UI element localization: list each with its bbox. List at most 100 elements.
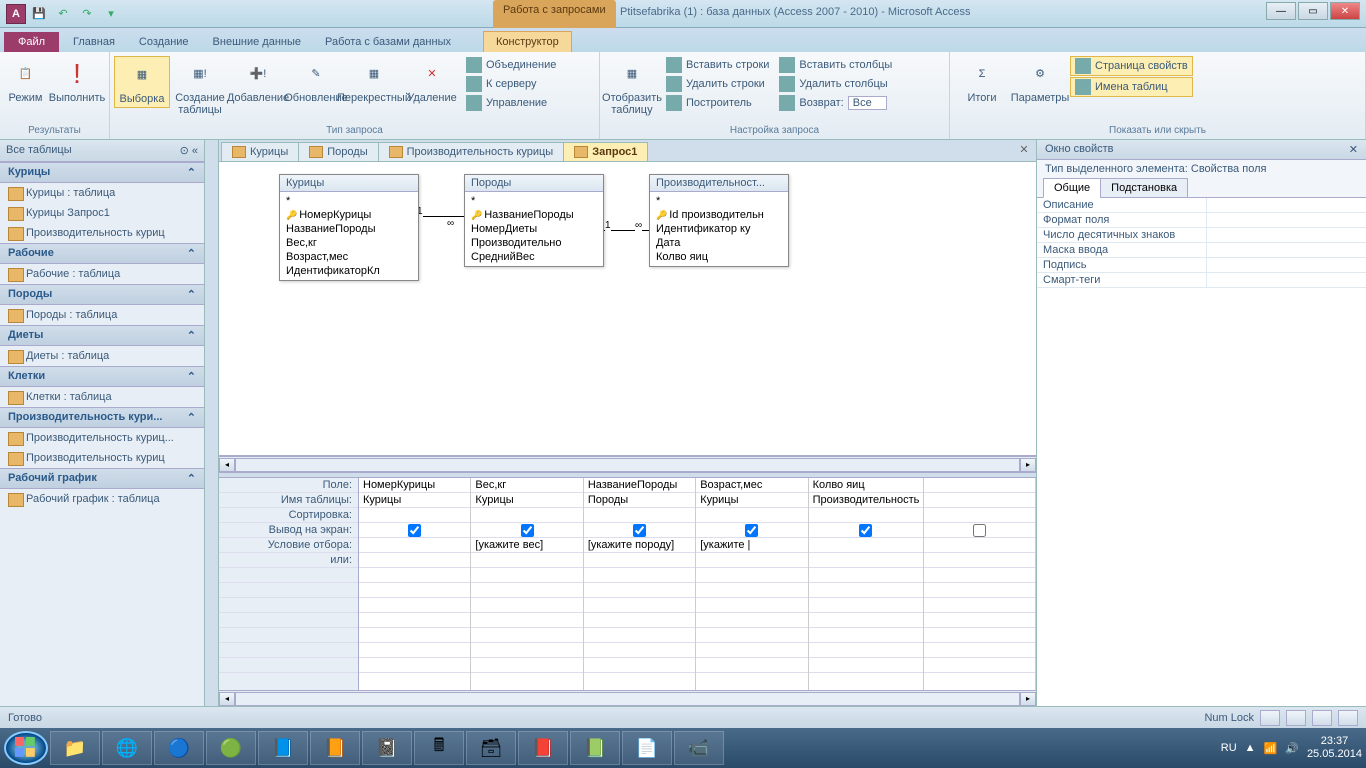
totals-button[interactable]: ΣИтоги: [954, 56, 1010, 106]
tab-external[interactable]: Внешние данные: [201, 32, 313, 52]
qgrid-criteria-cell[interactable]: [укажите породу]: [584, 538, 695, 553]
tab-close-icon[interactable]: ✕: [1016, 143, 1032, 159]
nav-group-header[interactable]: Курицы⌃: [0, 162, 204, 183]
table-field[interactable]: СреднийВес: [471, 250, 597, 264]
property-value[interactable]: [1207, 258, 1366, 272]
task-calc[interactable]: 🖩: [414, 731, 464, 765]
property-value[interactable]: [1207, 243, 1366, 257]
nav-item[interactable]: Породы : таблица: [0, 305, 204, 325]
select-query-button[interactable]: ▦Выборка: [114, 56, 170, 108]
task-app2[interactable]: 📹: [674, 731, 724, 765]
table-box[interactable]: Курицы*НомерКурицыНазваниеПородыВес,кгВо…: [279, 174, 419, 281]
qgrid-or-cell[interactable]: [696, 553, 807, 568]
show-checkbox[interactable]: [745, 524, 758, 537]
task-chrome[interactable]: 🌐: [102, 731, 152, 765]
nav-group-header[interactable]: Рабочий график⌃: [0, 468, 204, 489]
table-field[interactable]: НомерКурицы: [286, 208, 412, 222]
property-row[interactable]: Описание: [1037, 198, 1366, 213]
minimize-button[interactable]: —: [1266, 2, 1296, 20]
tab-home[interactable]: Главная: [61, 32, 127, 52]
qgrid-show-cell[interactable]: [359, 523, 470, 538]
app-icon[interactable]: A: [6, 4, 26, 24]
table-field[interactable]: Id производительн: [656, 208, 782, 222]
task-torrent[interactable]: 🟢: [206, 731, 256, 765]
qgrid-field-cell[interactable]: НомерКурицы: [359, 478, 470, 493]
tab-dbtools[interactable]: Работа с базами данных: [313, 32, 463, 52]
qgrid-table-cell[interactable]: Производительность: [809, 493, 923, 508]
qgrid-or-cell[interactable]: [359, 553, 470, 568]
view-sql-icon[interactable]: [1286, 710, 1306, 726]
append-button[interactable]: ➕!Добавление: [230, 56, 286, 106]
task-powerpoint[interactable]: 📙: [310, 731, 360, 765]
property-row[interactable]: Число десятичных знаков: [1037, 228, 1366, 243]
close-button[interactable]: ✕: [1330, 2, 1360, 20]
showtable-button[interactable]: ▦Отобразить таблицу: [604, 56, 660, 118]
qgrid-criteria-cell[interactable]: [укажите |: [696, 538, 807, 553]
view-button[interactable]: 📋Режим: [4, 56, 47, 106]
qgrid-field-cell[interactable]: НазваниеПороды: [584, 478, 695, 493]
nav-item[interactable]: Диеты : таблица: [0, 346, 204, 366]
tray-clock[interactable]: 23:37 25.05.2014: [1307, 735, 1362, 761]
qgrid-table-cell[interactable]: Курицы: [359, 493, 470, 508]
table-box[interactable]: Породы*НазваниеПородыНомерДиетыПроизводи…: [464, 174, 604, 267]
qgrid-column[interactable]: Вес,кгКурицы[укажите вес]: [471, 478, 583, 690]
qgrid-sort-cell[interactable]: [471, 508, 582, 523]
property-value[interactable]: [1207, 273, 1366, 287]
view-datasheet-icon[interactable]: [1260, 710, 1280, 726]
table-field[interactable]: Возраст,мес: [286, 250, 412, 264]
crosstab-button[interactable]: ▦Перекрестный: [346, 56, 402, 106]
save-icon[interactable]: 💾: [28, 3, 50, 25]
qgrid-criteria-cell[interactable]: [924, 538, 1035, 553]
qgrid-or-cell[interactable]: [471, 553, 582, 568]
deleterows-button[interactable]: Удалить строки: [662, 75, 773, 93]
nav-group-header[interactable]: Диеты⌃: [0, 325, 204, 346]
nav-group-header[interactable]: Рабочие⌃: [0, 243, 204, 264]
view-other-icon[interactable]: [1338, 710, 1358, 726]
table-field[interactable]: НомерДиеты: [471, 222, 597, 236]
qgrid-column[interactable]: Возраст,месКурицы [укажите |: [696, 478, 808, 690]
nav-group-header[interactable]: Клетки⌃: [0, 366, 204, 387]
qgrid-field-cell[interactable]: Колво яиц: [809, 478, 923, 493]
navpane-dropdown-icon[interactable]: ⊙ «: [180, 144, 198, 157]
qgrid-field-cell[interactable]: Возраст,мес: [696, 478, 807, 493]
qgrid-column[interactable]: Колво яицПроизводительность: [809, 478, 924, 690]
return-value[interactable]: Все: [848, 96, 887, 110]
table-field[interactable]: *: [286, 194, 412, 208]
qgrid-table-cell[interactable]: Курицы: [696, 493, 807, 508]
insertrows-button[interactable]: Вставить строки: [662, 56, 773, 74]
builder-button[interactable]: Построитель: [662, 94, 773, 112]
params-button[interactable]: ⚙Параметры: [1012, 56, 1068, 106]
run-button[interactable]: !Выполнить: [49, 56, 105, 106]
return-button[interactable]: Возврат: Все: [775, 94, 896, 112]
scroll-track[interactable]: [235, 692, 1020, 706]
tray-flag-icon[interactable]: ▲: [1245, 742, 1256, 754]
property-close-icon[interactable]: ✕: [1349, 143, 1358, 156]
qgrid-show-cell[interactable]: [471, 523, 582, 538]
nav-group-header[interactable]: Производительность кури...⌃: [0, 407, 204, 428]
table-field[interactable]: Производительно: [471, 236, 597, 250]
scroll-right-icon[interactable]: ▸: [1020, 692, 1036, 706]
navpane-header[interactable]: Все таблицы ⊙ «: [0, 140, 204, 162]
qgrid-column[interactable]: НазваниеПородыПороды[укажите породу]: [584, 478, 696, 690]
property-row[interactable]: Смарт-теги: [1037, 273, 1366, 288]
scroll-track[interactable]: [235, 458, 1020, 472]
task-explorer[interactable]: 📁: [50, 731, 100, 765]
scroll-left-icon[interactable]: ◂: [219, 458, 235, 472]
show-checkbox[interactable]: [521, 524, 534, 537]
property-value[interactable]: [1207, 228, 1366, 242]
nav-item[interactable]: Производительность куриц: [0, 223, 204, 243]
qgrid-field-cell[interactable]: [924, 478, 1035, 493]
task-access[interactable]: 🗃: [466, 731, 516, 765]
table-field[interactable]: *: [471, 194, 597, 208]
task-app1[interactable]: 📄: [622, 731, 672, 765]
nav-item[interactable]: Производительность куриц: [0, 448, 204, 468]
delete-button[interactable]: ✕Удаление: [404, 56, 460, 106]
property-value[interactable]: [1207, 198, 1366, 212]
redo-icon[interactable]: ↷: [76, 3, 98, 25]
undo-icon[interactable]: ↶: [52, 3, 74, 25]
scroll-right-icon[interactable]: ▸: [1020, 458, 1036, 472]
qgrid-column[interactable]: НомерКурицыКурицы: [359, 478, 471, 690]
task-pdf[interactable]: 📕: [518, 731, 568, 765]
table-field[interactable]: Вес,кг: [286, 236, 412, 250]
task-excel[interactable]: 📗: [570, 731, 620, 765]
